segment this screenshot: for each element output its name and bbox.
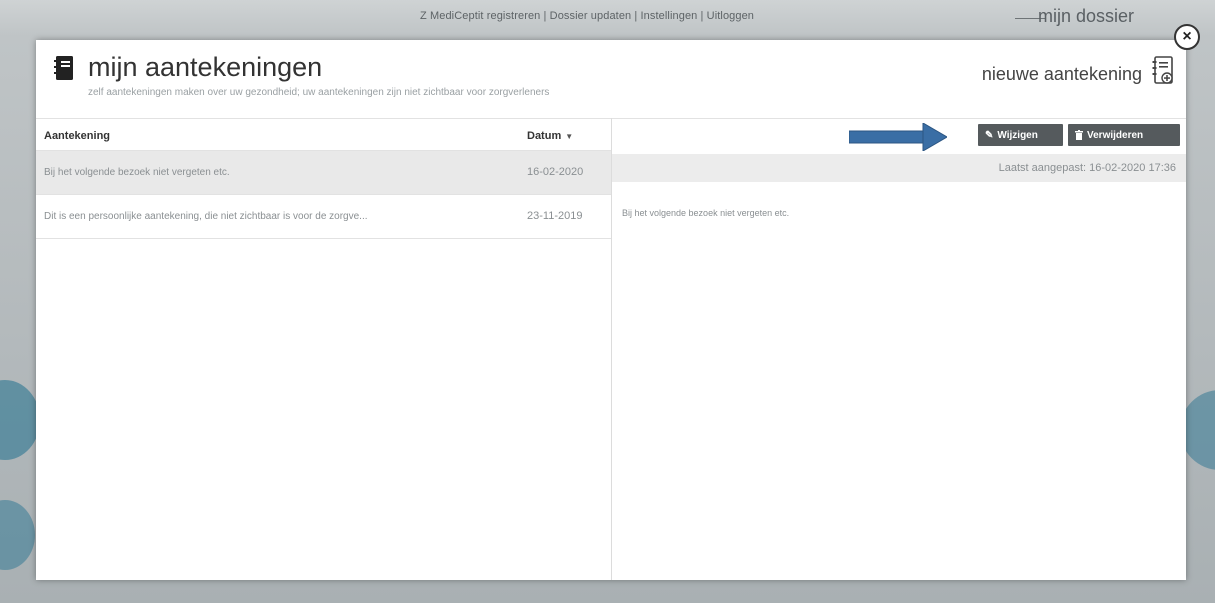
edit-button[interactable]: ✎ Wijzigen: [978, 124, 1063, 146]
delete-button[interactable]: Verwijderen: [1068, 124, 1180, 146]
new-note-button[interactable]: nieuwe aantekening: [982, 64, 1142, 85]
note-preview: Bij het volgende bezoek niet vergeten et…: [44, 167, 230, 178]
modal-header: mijn aantekeningen zelf aantekeningen ma…: [36, 40, 1186, 118]
modified-bar: Laatst aangepast: 16-02-2020 17:36: [612, 154, 1186, 182]
edit-button-label: Wijzigen: [997, 129, 1038, 141]
pencil-icon: ✎: [985, 129, 994, 141]
background-top-nav: Z MediCeptit registreren | Dossier updat…: [420, 10, 755, 22]
column-header-note[interactable]: Aantekening: [44, 130, 110, 142]
close-icon[interactable]: ×: [1174, 24, 1200, 50]
modal-title: mijn aantekeningen: [88, 52, 323, 82]
note-date: 16-02-2020: [527, 166, 584, 178]
list-item[interactable]: Bij het volgende bezoek niet vergeten et…: [36, 151, 611, 195]
notebook-icon: [54, 56, 73, 80]
background-decoration: [0, 380, 40, 460]
background-mijn-dossier: mijn dossier: [1038, 6, 1135, 26]
column-header-date[interactable]: Datum ▼: [527, 130, 573, 142]
detail-toolbar: ✎ Wijzigen Verwijderen: [612, 118, 1186, 154]
background-decoration: [0, 500, 35, 570]
last-modified: Laatst aangepast: 16-02-2020 17:36: [998, 162, 1176, 174]
list-header: Aantekening Datum ▼: [36, 118, 611, 151]
delete-button-label: Verwijderen: [1087, 129, 1144, 141]
new-note-icon[interactable]: [1152, 56, 1174, 86]
notes-list: Aantekening Datum ▼ Bij het volgende bezo…: [36, 118, 612, 580]
modal-subtitle: zelf aantekeningen maken over uw gezondh…: [88, 87, 550, 98]
list-item[interactable]: Dit is een persoonlijke aantekening, die…: [36, 195, 611, 239]
note-content: Bij het volgende bezoek niet vergeten et…: [622, 208, 790, 218]
sort-down-icon: ▼: [565, 132, 574, 141]
note-preview: Dit is een persoonlijke aantekening, die…: [44, 211, 368, 222]
note-date: 23-11-2019: [527, 210, 583, 222]
trash-icon: [1075, 130, 1083, 140]
column-header-date-label: Datum: [527, 130, 562, 142]
note-detail: ✎ Wijzigen Verwijderen Laatst aangepast:…: [612, 118, 1186, 580]
arrow-right-icon: [849, 123, 947, 151]
notes-modal: mijn aantekeningen zelf aantekeningen ma…: [36, 40, 1186, 580]
